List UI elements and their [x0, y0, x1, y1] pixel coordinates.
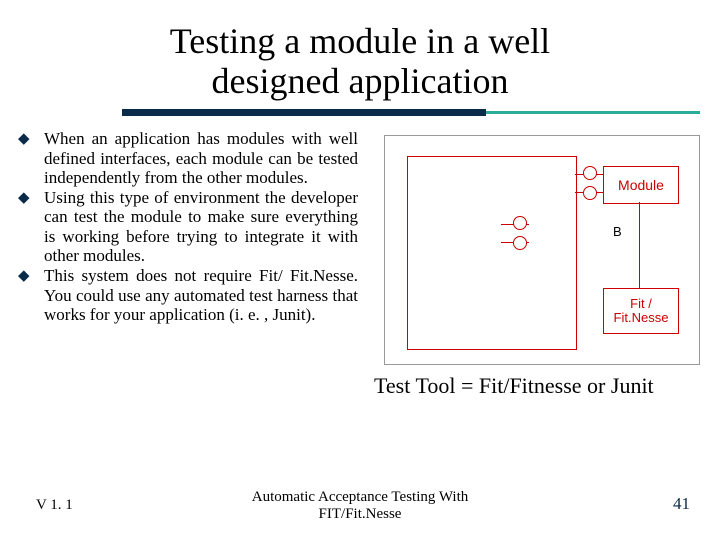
bullet-marker-icon: ◆	[18, 129, 44, 188]
bullet-marker-icon: ◆	[18, 266, 44, 325]
bullet-list: ◆ When an application has modules with w…	[18, 129, 358, 399]
b-label: B	[613, 224, 622, 239]
slide: Testing a module in a well designed appl…	[0, 0, 720, 540]
interface-port-icon	[583, 186, 597, 200]
diagram-caption: Test Tool = Fit/Fitnesse or Junit	[372, 373, 702, 399]
container-box	[407, 156, 577, 350]
bullet-text: Using this type of environment the devel…	[44, 188, 358, 266]
title-line-1: Testing a module in a well	[170, 21, 550, 61]
bullet-text: When an application has modules with wel…	[44, 129, 358, 188]
footer-title: Automatic Acceptance Testing With FIT/Fi…	[0, 489, 720, 522]
module-label: Module	[618, 177, 664, 193]
fit-label: Fit / Fit.Nesse	[614, 297, 669, 326]
underline-dark	[122, 109, 486, 116]
interface-port-icon	[583, 166, 597, 180]
architecture-diagram: Module Fit / Fit.Nesse B	[384, 135, 700, 365]
connector	[639, 202, 640, 288]
bullet-text: This system does not require Fit/ Fit.Ne…	[44, 266, 358, 325]
footer-page-number: 41	[673, 494, 690, 514]
module-box: Module	[603, 166, 679, 204]
slide-title: Testing a module in a well designed appl…	[0, 0, 720, 101]
fit-box: Fit / Fit.Nesse	[603, 288, 679, 334]
title-line-2: designed application	[212, 61, 509, 101]
list-item: ◆ Using this type of environment the dev…	[18, 188, 358, 266]
right-column: Module Fit / Fit.Nesse B Test	[358, 129, 702, 399]
title-underline	[0, 107, 720, 121]
list-item: ◆ When an application has modules with w…	[18, 129, 358, 188]
bullet-marker-icon: ◆	[18, 188, 44, 266]
list-item: ◆ This system does not require Fit/ Fit.…	[18, 266, 358, 325]
underline-teal	[486, 111, 700, 114]
slide-body: ◆ When an application has modules with w…	[0, 121, 720, 399]
